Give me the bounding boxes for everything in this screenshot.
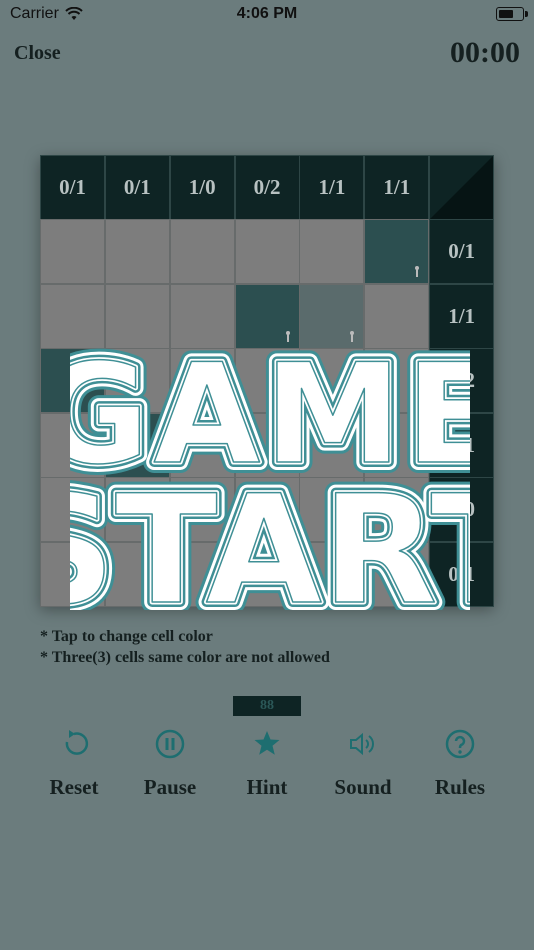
toolbar: Reset Pause Hint Sound Rules bbox=[0, 726, 534, 806]
grid-cell[interactable] bbox=[169, 283, 235, 349]
grid-cell[interactable] bbox=[364, 541, 430, 607]
instruction-line: * Tap to change cell color bbox=[40, 628, 213, 645]
grid-cell[interactable] bbox=[299, 477, 365, 543]
grid-cell[interactable] bbox=[234, 477, 300, 543]
help-icon bbox=[445, 729, 475, 759]
grid-cell[interactable] bbox=[40, 348, 105, 414]
pin-icon bbox=[285, 330, 290, 342]
game-timer: 00:00 bbox=[450, 36, 520, 69]
grid-cell[interactable] bbox=[40, 219, 105, 285]
grid-cell[interactable] bbox=[299, 348, 365, 414]
pause-icon bbox=[155, 729, 185, 759]
close-button[interactable]: Close bbox=[14, 42, 61, 65]
reset-button[interactable]: Reset bbox=[24, 726, 124, 800]
status-bar: Carrier 4:06 PM bbox=[0, 0, 534, 30]
corner-cell bbox=[429, 155, 495, 220]
row-clue: 0/1 bbox=[429, 219, 495, 285]
pin-icon bbox=[155, 459, 160, 471]
column-clue: 0/2 bbox=[234, 155, 300, 220]
grid-cell[interactable] bbox=[169, 477, 235, 543]
status-time: 4:06 PM bbox=[236, 5, 298, 22]
column-clue: 1/1 bbox=[364, 155, 430, 220]
column-clue: 0/1 bbox=[104, 155, 170, 220]
grid-cell[interactable] bbox=[169, 348, 235, 414]
hint-button[interactable]: Hint bbox=[217, 726, 317, 800]
instruction-line: * Three(3) cells same color are not allo… bbox=[40, 649, 330, 666]
grid-cell[interactable] bbox=[364, 477, 430, 543]
grid-cell[interactable] bbox=[40, 541, 105, 607]
grid-cell[interactable] bbox=[104, 348, 170, 414]
column-clue: 1/1 bbox=[299, 155, 365, 220]
grid-cell[interactable] bbox=[40, 283, 105, 349]
pin-icon bbox=[415, 266, 420, 278]
grid-cell[interactable] bbox=[104, 219, 170, 285]
instructions: * Tap to change cell color * Three(3) ce… bbox=[40, 626, 330, 668]
row-clue: 1/2 bbox=[429, 348, 495, 414]
grid-cell[interactable] bbox=[299, 283, 365, 349]
grid-cell[interactable] bbox=[234, 412, 300, 478]
row-clue: 0/1 bbox=[429, 541, 495, 607]
grid-cell[interactable] bbox=[169, 412, 235, 478]
grid-cell[interactable] bbox=[364, 412, 430, 478]
puzzle-board: 0/1 0/1 1/0 0/2 1/1 1/1 0/1 1/1 1/2 0/1 1/0 0/1 bbox=[40, 155, 495, 607]
grid-cell[interactable] bbox=[364, 283, 430, 349]
pin-icon bbox=[350, 330, 355, 342]
grid-cell[interactable] bbox=[364, 219, 430, 285]
grid-cell[interactable] bbox=[104, 283, 170, 349]
battery-icon bbox=[496, 7, 528, 21]
move-counter: 88 bbox=[233, 696, 301, 716]
grid-cell[interactable] bbox=[40, 412, 105, 478]
grid-cell[interactable] bbox=[364, 348, 430, 414]
grid-cell[interactable] bbox=[169, 541, 235, 607]
row-clue: 0/1 bbox=[429, 412, 495, 478]
row-clue: 1/1 bbox=[429, 283, 495, 349]
column-clue: 0/1 bbox=[40, 155, 105, 220]
sound-label: Sound bbox=[334, 775, 392, 799]
rules-button[interactable]: Rules bbox=[410, 726, 510, 800]
sound-icon bbox=[350, 732, 374, 756]
grid-cell[interactable] bbox=[234, 348, 300, 414]
column-clue: 1/0 bbox=[169, 155, 235, 220]
pause-button[interactable]: Pause bbox=[120, 726, 220, 800]
reset-icon bbox=[65, 730, 89, 755]
pause-label: Pause bbox=[143, 775, 197, 799]
grid-cell[interactable] bbox=[104, 412, 170, 478]
grid-cell[interactable] bbox=[299, 219, 365, 285]
hint-label: Hint bbox=[246, 775, 288, 799]
rules-label: Rules bbox=[434, 775, 486, 799]
sound-button[interactable]: Sound bbox=[313, 726, 413, 800]
grid-cell[interactable] bbox=[234, 219, 300, 285]
grid-cell[interactable] bbox=[40, 477, 105, 543]
grid-cell[interactable] bbox=[104, 477, 170, 543]
grid-cell[interactable] bbox=[234, 283, 300, 349]
grid-cell[interactable] bbox=[234, 541, 300, 607]
star-icon bbox=[254, 731, 280, 755]
row-clue: 1/0 bbox=[429, 477, 495, 543]
grid-cell[interactable] bbox=[299, 541, 365, 607]
grid-cell[interactable] bbox=[299, 412, 365, 478]
reset-label: Reset bbox=[49, 775, 99, 799]
grid-cell[interactable] bbox=[169, 219, 235, 285]
grid-cell[interactable] bbox=[104, 541, 170, 607]
